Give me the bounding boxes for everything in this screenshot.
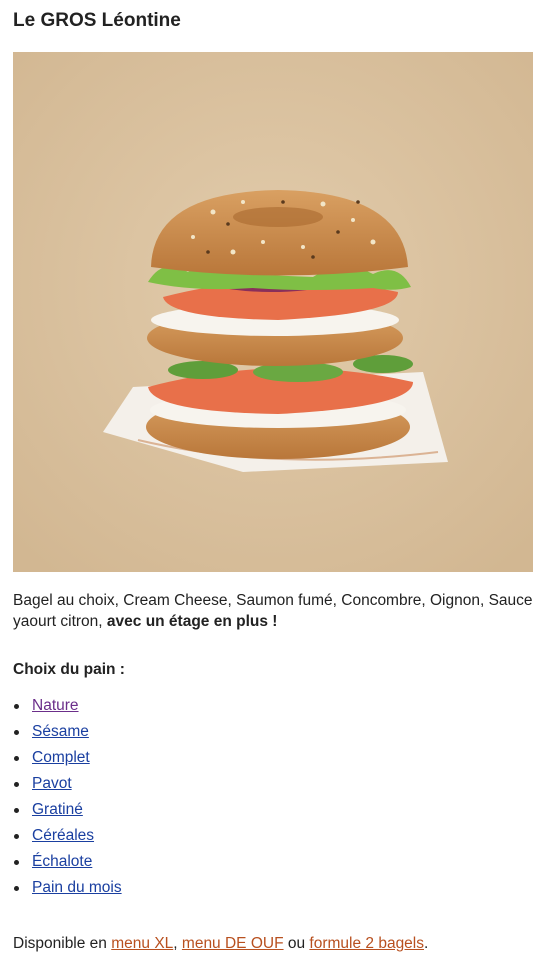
availability-prefix: Disponible en bbox=[13, 935, 112, 952]
availability-text: Disponible en menu XL, menu DE OUF ou fo… bbox=[13, 935, 428, 953]
availability-separator: ou bbox=[283, 935, 310, 952]
availability-separator: , bbox=[173, 935, 182, 952]
bread-link-pavot[interactable]: Pavot bbox=[32, 775, 72, 792]
list-item: Nature bbox=[13, 694, 122, 720]
bread-link-sesame[interactable]: Sésame bbox=[32, 723, 89, 740]
bread-link-cereales[interactable]: Céréales bbox=[32, 827, 94, 844]
list-item: Échalote bbox=[13, 850, 122, 876]
menu-de-ouf-link[interactable]: menu DE OUF bbox=[182, 935, 284, 952]
bagel-sandwich-image bbox=[13, 52, 533, 572]
product-description: Bagel au choix, Cream Cheese, Saumon fum… bbox=[13, 590, 538, 632]
bread-link-pain-du-mois[interactable]: Pain du mois bbox=[32, 879, 122, 896]
list-item: Complet bbox=[13, 746, 122, 772]
bread-choice-title: Choix du pain : bbox=[13, 661, 125, 678]
list-item: Gratiné bbox=[13, 798, 122, 824]
bread-list: Nature Sésame Complet Pavot Gratiné Céré… bbox=[13, 694, 122, 902]
list-item: Céréales bbox=[13, 824, 122, 850]
description-bold: avec un étage en plus ! bbox=[106, 613, 278, 630]
availability-suffix: . bbox=[424, 935, 429, 952]
list-item: Pavot bbox=[13, 772, 122, 798]
list-item: Pain du mois bbox=[13, 876, 122, 902]
bread-link-echalote[interactable]: Échalote bbox=[32, 853, 92, 870]
bread-link-gratine[interactable]: Gratiné bbox=[32, 801, 83, 818]
product-image bbox=[13, 52, 533, 572]
bread-link-complet[interactable]: Complet bbox=[32, 749, 90, 766]
page-title: Le GROS Léontine bbox=[13, 10, 181, 31]
list-item: Sésame bbox=[13, 720, 122, 746]
menu-xl-link[interactable]: menu XL bbox=[111, 935, 173, 952]
formule-2-bagels-link[interactable]: formule 2 bagels bbox=[309, 935, 424, 952]
bread-link-nature[interactable]: Nature bbox=[32, 697, 79, 714]
